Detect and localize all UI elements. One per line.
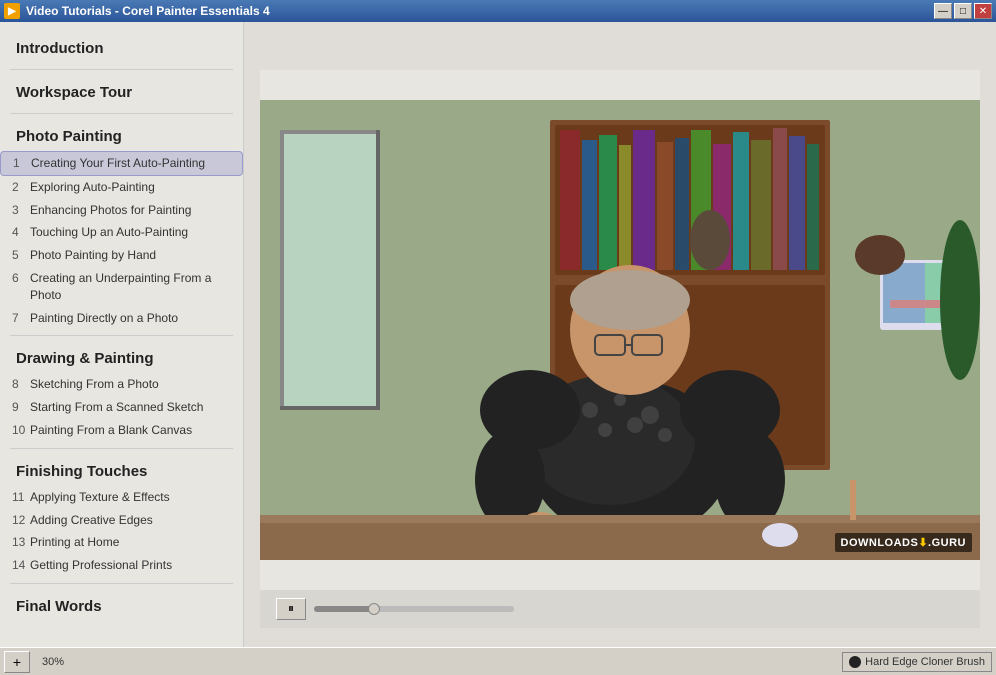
sidebar-item-8[interactable]: 8 Sketching From a Photo xyxy=(0,373,243,396)
app-icon: ▶ xyxy=(4,3,20,19)
brush-indicator: Hard Edge Cloner Brush xyxy=(842,652,992,672)
brush-label: Hard Edge Cloner Brush xyxy=(865,656,985,668)
item-num-14: 14 xyxy=(12,557,30,574)
brush-dot xyxy=(849,656,861,668)
watermark-text: DOWNLOADS xyxy=(841,537,919,549)
title-bar-left: ▶ Video Tutorials - Corel Painter Essent… xyxy=(4,3,270,19)
video-controls: ⏸ xyxy=(260,590,980,628)
sidebar-item-9[interactable]: 9 Starting From a Scanned Sketch xyxy=(0,396,243,419)
title-bar: ▶ Video Tutorials - Corel Painter Essent… xyxy=(0,0,996,22)
item-text-4: Touching Up an Auto-Painting xyxy=(30,224,231,241)
add-icon: + xyxy=(13,654,21,670)
item-num-2: 2 xyxy=(12,179,30,196)
progress-bar[interactable] xyxy=(314,606,514,612)
close-button[interactable]: ✕ xyxy=(974,3,992,19)
item-num-12: 12 xyxy=(12,512,30,529)
taskbar: + 30% Hard Edge Cloner Brush xyxy=(0,647,996,675)
item-text-5: Photo Painting by Hand xyxy=(30,247,231,264)
divider-4 xyxy=(10,448,233,449)
sidebar: Introduction Workspace Tour Photo Painti… xyxy=(0,22,244,647)
divider-2 xyxy=(10,113,233,114)
video-background xyxy=(260,100,980,560)
item-text-1: Creating Your First Auto-Painting xyxy=(31,155,230,172)
item-num-9: 9 xyxy=(12,399,30,416)
item-num-6: 6 xyxy=(12,270,30,287)
sidebar-section-workspace[interactable]: Workspace Tour xyxy=(0,76,243,107)
sidebar-section-photo-painting: Photo Painting xyxy=(0,120,243,151)
item-text-6: Creating an Underpainting From a Photo xyxy=(30,270,231,304)
item-num-1: 1 xyxy=(13,155,31,172)
item-text-7: Painting Directly on a Photo xyxy=(30,310,231,327)
sidebar-section-drawing: Drawing & Painting xyxy=(0,342,243,373)
item-text-3: Enhancing Photos for Painting xyxy=(30,202,231,219)
progress-fill xyxy=(314,606,374,612)
video-screen[interactable]: DOWNLOADS⬇.GURU xyxy=(260,100,980,560)
sidebar-item-2[interactable]: 2 Exploring Auto-Painting xyxy=(0,176,243,199)
pause-button[interactable]: ⏸ xyxy=(276,598,306,620)
sidebar-item-3[interactable]: 3 Enhancing Photos for Painting xyxy=(0,199,243,222)
item-num-13: 13 xyxy=(12,534,30,551)
item-text-11: Applying Texture & Effects xyxy=(30,489,231,506)
item-num-3: 3 xyxy=(12,202,30,219)
sidebar-item-1[interactable]: 1 Creating Your First Auto-Painting xyxy=(0,151,243,176)
main-content: Introduction Workspace Tour Photo Painti… xyxy=(0,22,996,647)
sidebar-item-5[interactable]: 5 Photo Painting by Hand xyxy=(0,244,243,267)
watermark-domain: ⬇ xyxy=(918,537,928,549)
divider-1 xyxy=(10,69,233,70)
item-num-8: 8 xyxy=(12,376,30,393)
pause-icon: ⏸ xyxy=(288,601,294,616)
add-button[interactable]: + xyxy=(4,651,30,673)
sidebar-item-10[interactable]: 10 Painting From a Blank Canvas xyxy=(0,419,243,442)
watermark: DOWNLOADS⬇.GURU xyxy=(835,533,973,552)
torn-edge-bottom xyxy=(260,560,980,590)
taskbar-right: Hard Edge Cloner Brush xyxy=(842,652,992,672)
video-wrapper: DOWNLOADS⬇.GURU ⏸ xyxy=(260,70,980,600)
item-num-4: 4 xyxy=(12,224,30,241)
item-text-13: Printing at Home xyxy=(30,534,231,551)
sidebar-item-11[interactable]: 11 Applying Texture & Effects xyxy=(0,486,243,509)
progress-thumb[interactable] xyxy=(368,603,380,615)
item-text-9: Starting From a Scanned Sketch xyxy=(30,399,231,416)
divider-5 xyxy=(10,583,233,584)
item-text-8: Sketching From a Photo xyxy=(30,376,231,393)
zoom-level: 30% xyxy=(42,656,64,668)
item-num-7: 7 xyxy=(12,310,30,327)
sidebar-section-intro[interactable]: Introduction xyxy=(0,32,243,63)
item-text-10: Painting From a Blank Canvas xyxy=(30,422,231,439)
sidebar-item-4[interactable]: 4 Touching Up an Auto-Painting xyxy=(0,221,243,244)
torn-edge-top xyxy=(260,70,980,100)
item-text-12: Adding Creative Edges xyxy=(30,512,231,529)
title-bar-controls: — □ ✕ xyxy=(934,3,992,19)
divider-3 xyxy=(10,335,233,336)
sidebar-item-7[interactable]: 7 Painting Directly on a Photo xyxy=(0,307,243,330)
sidebar-section-final[interactable]: Final Words xyxy=(0,590,243,621)
sidebar-section-finishing: Finishing Touches xyxy=(0,455,243,486)
item-num-5: 5 xyxy=(12,247,30,264)
sidebar-item-14[interactable]: 14 Getting Professional Prints xyxy=(0,554,243,577)
item-text-14: Getting Professional Prints xyxy=(30,557,231,574)
video-area: DOWNLOADS⬇.GURU ⏸ xyxy=(244,22,996,647)
item-num-11: 11 xyxy=(12,489,30,506)
sidebar-item-13[interactable]: 13 Printing at Home xyxy=(0,531,243,554)
window-title: Video Tutorials - Corel Painter Essentia… xyxy=(26,4,270,18)
maximize-button[interactable]: □ xyxy=(954,3,972,19)
item-num-10: 10 xyxy=(12,422,30,439)
item-text-2: Exploring Auto-Painting xyxy=(30,179,231,196)
sidebar-item-6[interactable]: 6 Creating an Underpainting From a Photo xyxy=(0,267,243,307)
sidebar-item-12[interactable]: 12 Adding Creative Edges xyxy=(0,509,243,532)
minimize-button[interactable]: — xyxy=(934,3,952,19)
